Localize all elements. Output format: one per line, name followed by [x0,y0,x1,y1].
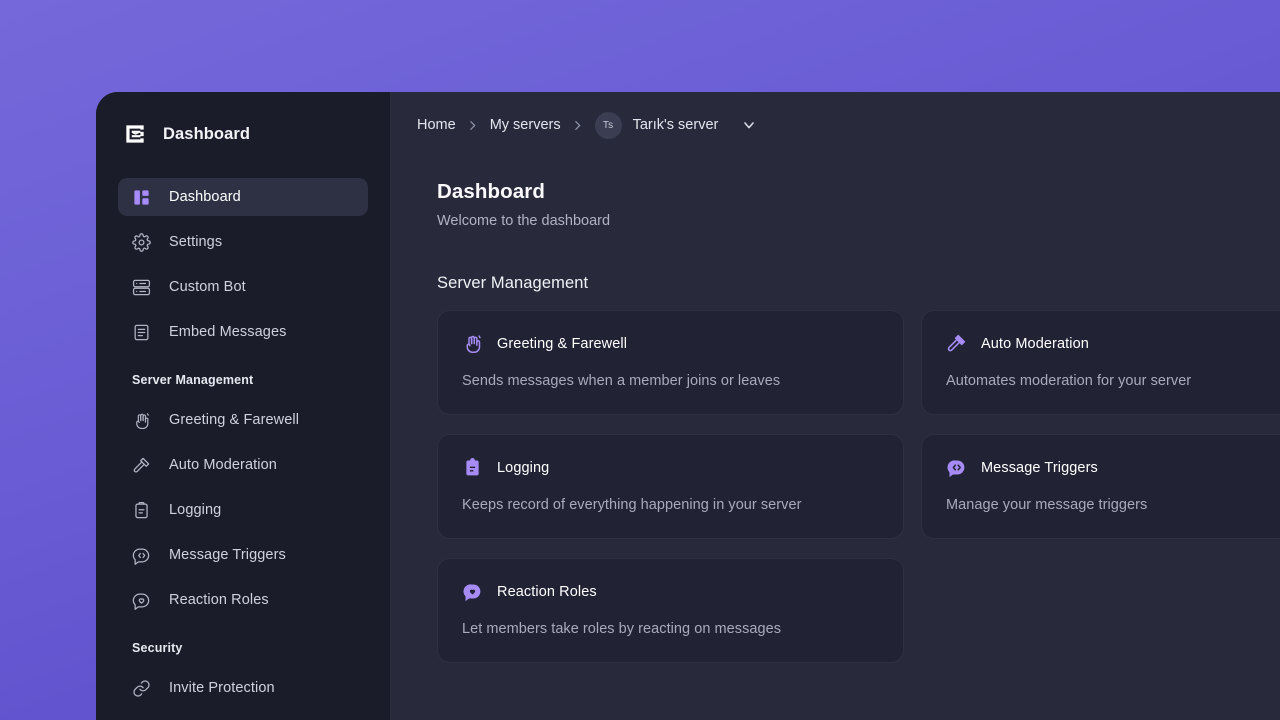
chevron-right-icon [561,119,595,132]
waving-hand-icon [132,411,151,430]
chevron-down-icon[interactable] [741,117,757,133]
sidebar-item-reaction-roles[interactable]: Reaction Roles [118,581,368,619]
server-rack-icon [132,278,151,297]
sidebar-item-label: Reaction Roles [169,592,269,608]
sidebar-item-embed-messages[interactable]: Embed Messages [118,313,368,351]
card-auto-moderation[interactable]: Auto Moderation Automates moderation for… [921,310,1280,415]
link-icon [132,679,151,698]
card-description: Automates moderation for your server [946,373,1192,389]
heart-bubble-icon [132,591,151,610]
sidebar-item-message-triggers[interactable]: Message Triggers [118,536,368,574]
page-subtitle: Welcome to the dashboard [437,213,611,229]
content-area: Dashboard Welcome to the dashboard Serve… [391,150,1280,663]
breadcrumb-server-name: Tarık's server [632,117,719,133]
sidebar-item-label: Invite Protection [169,680,275,696]
card-title: Message Triggers [981,459,1098,476]
card-title: Greeting & Farewell [497,335,628,352]
card-description: Keeps record of everything happening in … [462,497,802,513]
card-header: Message Triggers [946,457,1280,478]
sidebar-section-title-server-management: Server Management [132,373,254,387]
sidebar-nav: Dashboard Settings Custom Bot Embed Mess… [96,178,390,707]
sidebar-item-label: Auto Moderation [169,457,277,473]
breadcrumb-server-selector[interactable]: Ts Tarık's server [594,111,719,139]
main-content: Home My servers Ts Tarık's server Dashbo… [391,92,1280,720]
heart-bubble-icon [462,581,483,602]
app-logo-icon [122,121,148,147]
breadcrumb: Home My servers Ts Tarık's server [391,92,1280,150]
breadcrumb-my-servers[interactable]: My servers [490,117,561,133]
chevron-right-icon [456,119,490,132]
card-title: Logging [497,459,550,476]
sidebar-item-label: Message Triggers [169,547,286,563]
feature-card-grid: Greeting & Farewell Sends messages when … [437,310,1280,663]
sidebar-item-label: Logging [169,502,222,518]
gavel-icon [946,333,967,354]
card-description: Manage your message triggers [946,497,1148,513]
card-greeting-farewell[interactable]: Greeting & Farewell Sends messages when … [437,310,904,415]
sidebar-item-settings[interactable]: Settings [118,223,368,261]
card-header: Auto Moderation [946,333,1280,354]
sidebar-item-label: Greeting & Farewell [169,412,300,428]
card-header: Greeting & Farewell [462,333,879,354]
sidebar-item-label: Dashboard [169,189,241,205]
sidebar-item-greeting-farewell[interactable]: Greeting & Farewell [118,401,368,439]
card-title: Auto Moderation [981,335,1089,352]
clipboard-icon [132,501,151,520]
sidebar-item-dashboard[interactable]: Dashboard [118,178,368,216]
code-bubble-icon [946,457,967,478]
section-title-server-management: Server Management [437,274,589,292]
card-description: Let members take roles by reacting on me… [462,621,782,637]
brand: Dashboard [96,112,390,156]
waving-hand-icon [462,333,483,354]
gear-icon [132,232,151,252]
app-window: Dashboard Dashboard Settings Custom Bot … [96,92,1280,720]
sidebar-item-label: Settings [169,234,223,250]
sidebar-item-logging[interactable]: Logging [118,491,368,529]
sidebar-item-custom-bot[interactable]: Custom Bot [118,268,368,306]
sidebar-section-title-security: Security [132,641,183,655]
gavel-icon [132,456,151,475]
avatar: Ts [594,111,622,139]
sidebar-item-auto-moderation[interactable]: Auto Moderation [118,446,368,484]
card-message-triggers[interactable]: Message Triggers Manage your message tri… [921,434,1280,539]
sidebar-item-label: Embed Messages [169,324,287,340]
sidebar-item-label: Custom Bot [169,279,246,295]
card-reaction-roles[interactable]: Reaction Roles Let members take roles by… [437,558,904,663]
card-title: Reaction Roles [497,583,597,600]
sidebar-item-invite-protection[interactable]: Invite Protection [118,669,368,707]
layout-dashboard-icon [132,188,151,207]
page-title: Dashboard [437,180,545,203]
code-bubble-icon [132,546,151,565]
document-lines-icon [132,323,151,342]
breadcrumb-home[interactable]: Home [417,117,456,133]
card-description: Sends messages when a member joins or le… [462,373,781,389]
card-header: Reaction Roles [462,581,879,602]
brand-title: Dashboard [163,124,251,143]
card-header: Logging [462,457,879,478]
card-logging[interactable]: Logging Keeps record of everything happe… [437,434,904,539]
clipboard-icon [462,457,483,478]
sidebar: Dashboard Dashboard Settings Custom Bot … [96,92,391,720]
